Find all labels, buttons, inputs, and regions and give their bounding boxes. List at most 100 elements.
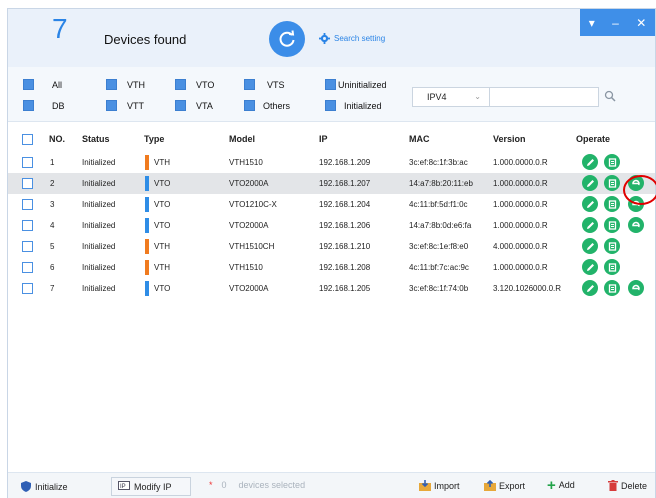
row-checkbox[interactable] [22, 199, 33, 210]
cell-no: 5 [50, 242, 55, 251]
ip-version-select[interactable]: IPV4 ⌄ [412, 87, 490, 107]
modify-ip-button[interactable]: IP Modify IP [111, 477, 191, 496]
details-button[interactable] [604, 196, 620, 212]
checkbox-vto[interactable] [175, 79, 186, 90]
cell-mac: 4c:11:bf:7c:ac:9c [409, 263, 469, 272]
header-bar: 7 Devices found Search setting ▾ – ✕ [8, 9, 655, 67]
checkbox-others[interactable] [244, 100, 255, 111]
selection-count: 0 [221, 480, 227, 490]
details-button[interactable] [604, 154, 620, 170]
import-button[interactable]: Import [419, 480, 460, 491]
filter-label-initialized: Initialized [344, 101, 382, 111]
search-icon[interactable] [604, 90, 616, 102]
table-row[interactable]: 3 Initialized VTO VTO1210C-X 192.168.1.204 4c… [8, 194, 655, 215]
cell-no: 7 [50, 284, 55, 293]
add-button[interactable]: + Add [547, 478, 575, 493]
row-checkbox[interactable] [22, 178, 33, 189]
table-row[interactable]: 1 Initialized VTH VTH1510 192.168.1.209 3c:ef… [8, 152, 655, 173]
export-button[interactable]: Export [484, 480, 525, 491]
close-icon[interactable]: ✕ [636, 16, 646, 30]
details-button[interactable] [604, 217, 620, 233]
row-checkbox[interactable] [22, 283, 33, 294]
edit-button[interactable] [582, 175, 598, 191]
details-button[interactable] [604, 259, 620, 275]
checkbox-uninitialized[interactable] [325, 79, 336, 90]
shield-icon [21, 481, 31, 492]
edit-button[interactable] [582, 217, 598, 233]
checkbox-initialized[interactable] [325, 100, 336, 111]
web-login-button[interactable] [628, 280, 644, 296]
document-icon [608, 178, 616, 188]
row-checkbox[interactable] [22, 262, 33, 273]
edit-button[interactable] [582, 259, 598, 275]
initialize-button[interactable]: Initialize [15, 477, 95, 496]
delete-button[interactable]: Delete [608, 480, 647, 491]
cell-no: 4 [50, 221, 55, 230]
cell-mac: 3c:ef:8c:1f:3b:ac [409, 158, 468, 167]
browser-e-icon [632, 221, 640, 228]
checkbox-vta[interactable] [175, 100, 186, 111]
select-all-checkbox[interactable] [22, 134, 33, 145]
edit-button[interactable] [582, 238, 598, 254]
export-label: Export [499, 480, 526, 491]
cell-status: Initialized [82, 200, 116, 209]
details-button[interactable] [604, 280, 620, 296]
cell-model: VTH1510CH [229, 242, 275, 251]
row-checkbox[interactable] [22, 157, 33, 168]
edit-button[interactable] [582, 196, 598, 212]
col-ip: IP [319, 134, 328, 144]
web-login-button[interactable] [628, 217, 644, 233]
checkbox-vth[interactable] [106, 79, 117, 90]
details-button[interactable] [604, 238, 620, 254]
search-setting-link[interactable]: Search setting [319, 33, 385, 44]
table-row[interactable]: 6 Initialized VTH VTH1510 192.168.1.208 4c:11… [8, 257, 655, 278]
table-row[interactable]: 5 Initialized VTH VTH1510CH 192.168.1.210 3c:… [8, 236, 655, 257]
cell-status: Initialized [82, 263, 116, 272]
filter-label-vta: VTA [196, 101, 213, 111]
cell-mac: 3c:ef:8c:1f:74:0b [409, 284, 469, 293]
filter-label-all: All [52, 80, 63, 90]
pencil-icon [586, 158, 594, 166]
checkbox-vtt[interactable] [106, 100, 117, 111]
pencil-icon [586, 242, 594, 250]
checkbox-vts[interactable] [244, 79, 255, 90]
filter-label-vto: VTO [196, 80, 215, 90]
gear-icon [319, 33, 330, 44]
minimize-icon[interactable]: – [612, 16, 619, 30]
selection-text: devices selected [238, 480, 306, 490]
search-setting-label: Search setting [334, 34, 386, 43]
chevron-down-icon: ⌄ [474, 92, 481, 101]
selection-star: * [209, 480, 213, 490]
pencil-icon [586, 263, 594, 271]
type-color-bar [145, 197, 149, 212]
import-label: Import [434, 480, 460, 491]
table-row[interactable]: 4 Initialized VTO VTO2000A 192.168.1.206 14:a… [8, 215, 655, 236]
pencil-icon [586, 179, 594, 187]
col-status: Status [82, 134, 110, 144]
col-operate: Operate [576, 134, 611, 144]
cell-model: VTH1510 [229, 263, 263, 272]
checkbox-db[interactable] [23, 100, 34, 111]
checkbox-all[interactable] [23, 79, 34, 90]
refresh-button[interactable] [269, 21, 305, 57]
row-checkbox[interactable] [22, 220, 33, 231]
edit-button[interactable] [582, 280, 598, 296]
details-button[interactable] [604, 175, 620, 191]
row-checkbox[interactable] [22, 241, 33, 252]
cell-ip: 192.168.1.209 [319, 158, 371, 167]
search-input[interactable] [489, 87, 599, 107]
cell-ip: 192.168.1.205 [319, 284, 371, 293]
edit-button[interactable] [582, 154, 598, 170]
modify-ip-label: Modify IP [134, 481, 172, 492]
cell-model: VTH1510 [229, 158, 263, 167]
refresh-icon [279, 30, 295, 47]
document-icon [608, 199, 616, 209]
selection-status: * 0 devices selected [209, 480, 305, 490]
document-icon [608, 157, 616, 167]
type-color-bar [145, 155, 149, 170]
menu-dropdown-icon[interactable]: ▾ [589, 16, 595, 30]
device-count: 7 [52, 13, 68, 44]
footer-toolbar: Initialize IP Modify IP * 0 devices sele… [8, 472, 655, 498]
table-row[interactable]: 2 Initialized VTO VTO2000A 192.168.1.207 14:a… [8, 173, 655, 194]
table-row[interactable]: 7 Initialized VTO VTO2000A 192.168.1.205 3c:e… [8, 278, 655, 299]
